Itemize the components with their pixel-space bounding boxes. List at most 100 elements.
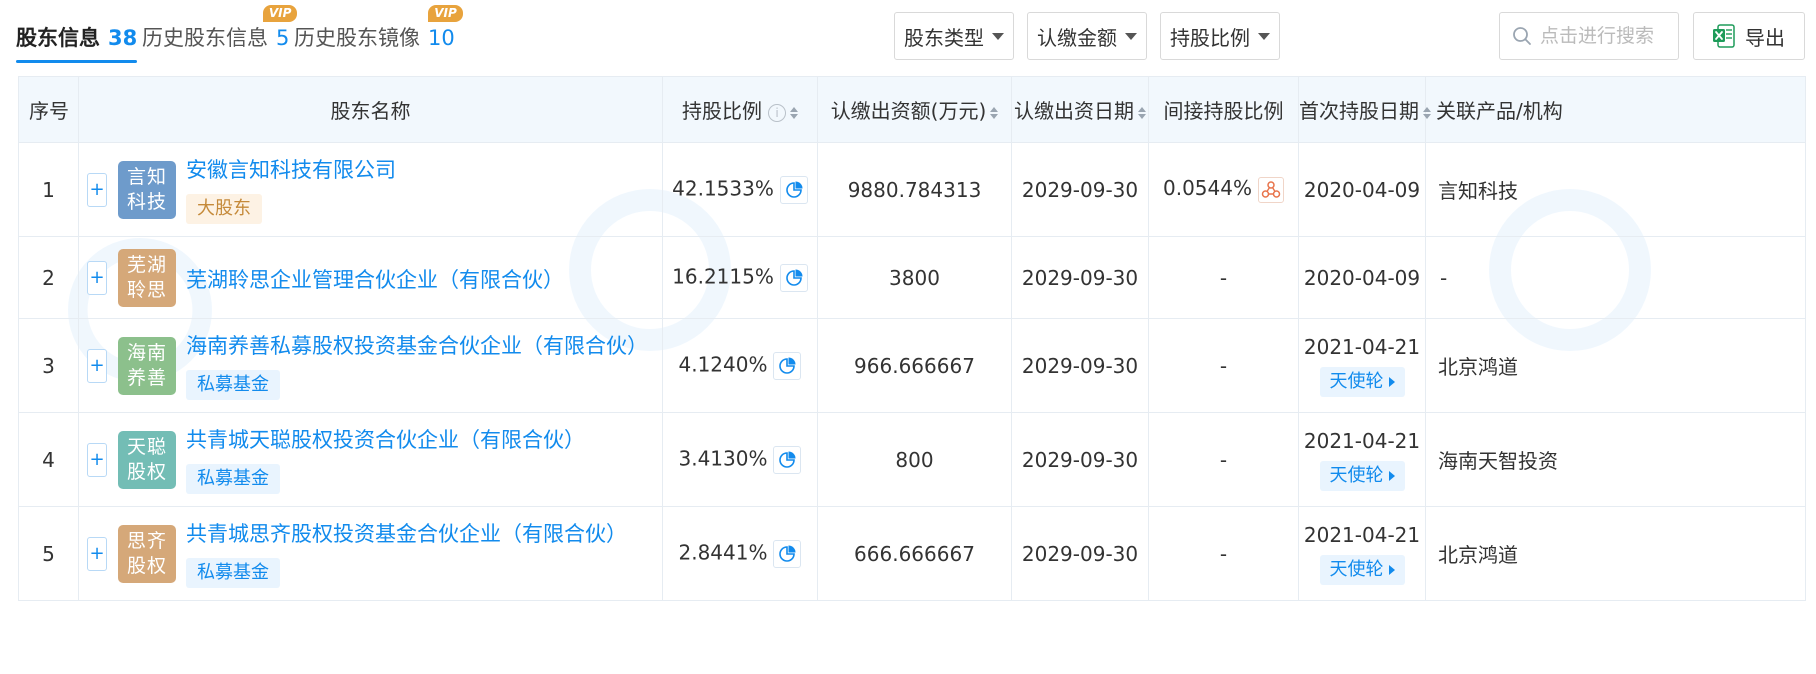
expand-plus-icon[interactable]: + bbox=[87, 172, 107, 207]
holding-ratio: 16.2115% bbox=[662, 236, 818, 319]
table-row: 3 + 海南 养善 海南养善私募股权投资基金合伙企业（有限合伙） 私募基金 4.1… bbox=[18, 318, 1806, 413]
name-wrap: 海南养善私募股权投资基金合伙企业（有限合伙） 私募基金 bbox=[186, 330, 648, 400]
pie-chart-icon[interactable] bbox=[773, 539, 802, 568]
equity-penetration-icon[interactable] bbox=[1257, 176, 1284, 203]
caret-down-icon bbox=[1258, 32, 1270, 40]
tab-label: 历史股东镜像 bbox=[294, 26, 420, 50]
export-button[interactable]: 导出 bbox=[1693, 12, 1805, 60]
row-index: 4 bbox=[18, 412, 79, 507]
shareholder-tag: 私募基金 bbox=[186, 369, 280, 400]
pie-chart-icon[interactable] bbox=[779, 175, 808, 204]
subscribed-amount: 666.666667 bbox=[817, 506, 1012, 601]
filter-subscribed-amount-button[interactable]: 认缴金额 bbox=[1027, 12, 1147, 60]
col-amount-header[interactable]: 认缴出资额(万元) bbox=[817, 76, 1012, 143]
holding-ratio: 4.1240% bbox=[662, 318, 818, 413]
search-icon bbox=[1513, 27, 1531, 45]
tab-label: 历史股东信息 bbox=[142, 26, 268, 50]
shareholder-name-link[interactable]: 芜湖聆思企业管理合伙企业（有限合伙） bbox=[186, 264, 564, 294]
caret-right-icon bbox=[1388, 564, 1395, 575]
table-row: 1 + 言知 科技 安徽言知科技有限公司 大股东 42.1533% 9880.78… bbox=[18, 142, 1806, 237]
holding-ratio: 3.4130% bbox=[662, 412, 818, 507]
name-wrap: 芜湖聆思企业管理合伙企业（有限合伙） bbox=[186, 264, 564, 294]
subscribed-date: 2029-09-30 bbox=[1011, 506, 1149, 601]
sort-icon[interactable] bbox=[790, 106, 798, 119]
related-product[interactable]: 北京鸿道 bbox=[1425, 318, 1806, 413]
sort-icon[interactable] bbox=[1138, 106, 1146, 119]
company-logo: 言知 科技 bbox=[118, 160, 176, 219]
shareholder-tag: 私募基金 bbox=[186, 557, 280, 588]
excel-icon bbox=[1713, 24, 1735, 48]
pie-chart-icon[interactable] bbox=[773, 351, 802, 380]
tab-history-snapshot[interactable]: 历史股东镜像 10 VIP bbox=[294, 5, 463, 58]
vip-badge: VIP bbox=[428, 5, 463, 22]
subscribed-date: 2029-09-30 bbox=[1011, 318, 1149, 413]
col-ratio-header[interactable]: 持股比例 i bbox=[662, 76, 818, 143]
subscribed-amount: 966.666667 bbox=[817, 318, 1012, 413]
funding-round-tag[interactable]: 天使轮 bbox=[1319, 554, 1405, 585]
related-product[interactable]: 海南天智投资 bbox=[1425, 412, 1806, 507]
pie-chart-icon[interactable] bbox=[779, 263, 808, 292]
col-index-header: 序号 bbox=[18, 76, 79, 143]
expand-plus-icon[interactable]: + bbox=[87, 348, 107, 383]
filter-label: 认缴金额 bbox=[1037, 25, 1117, 50]
pie-chart-icon[interactable] bbox=[773, 445, 802, 474]
col-indirect-header: 间接持股比例 bbox=[1148, 76, 1299, 143]
subscribed-amount: 800 bbox=[817, 412, 1012, 507]
shareholder-name-cell: + 思齐 股权 共青城思齐股权投资基金合伙企业（有限合伙） 私募基金 bbox=[78, 506, 663, 601]
first-holding-date: 2020-04-09 bbox=[1298, 142, 1426, 237]
table-row: 2 + 芜湖 聆思 芜湖聆思企业管理合伙企业（有限合伙） 16.2115% 380… bbox=[18, 236, 1806, 319]
shareholder-name-cell: + 海南 养善 海南养善私募股权投资基金合伙企业（有限合伙） 私募基金 bbox=[78, 318, 663, 413]
company-logo: 海南 养善 bbox=[118, 336, 176, 395]
tab-label: 股东信息 bbox=[16, 26, 100, 50]
col-name-header: 股东名称 bbox=[78, 76, 663, 143]
funding-round-tag[interactable]: 天使轮 bbox=[1319, 460, 1405, 491]
holding-ratio: 2.8441% bbox=[662, 506, 818, 601]
shareholder-table: 序号 股东名称 持股比例 i 认缴出资额(万元) 认缴出资日期 间接持股比例 首次… bbox=[18, 76, 1806, 601]
shareholder-name-cell: + 言知 科技 安徽言知科技有限公司 大股东 bbox=[78, 142, 663, 237]
info-icon[interactable]: i bbox=[768, 103, 786, 122]
indirect-ratio: - bbox=[1148, 236, 1299, 319]
sort-icon[interactable] bbox=[990, 106, 999, 119]
tab-history-shareholders[interactable]: 历史股东信息 5 VIP bbox=[142, 5, 298, 58]
shareholder-name-cell: + 天聪 股权 共青城天聪股权投资合伙企业（有限合伙） 私募基金 bbox=[78, 412, 663, 507]
filter-label: 持股比例 bbox=[1170, 25, 1250, 50]
subscribed-date: 2029-09-30 bbox=[1011, 236, 1149, 319]
first-holding-date: 2020-04-09 bbox=[1298, 236, 1426, 319]
tab-shareholders[interactable]: 股东信息 38 bbox=[16, 22, 138, 63]
filter-label: 股东类型 bbox=[904, 25, 984, 50]
expand-plus-icon[interactable]: + bbox=[87, 536, 107, 571]
name-wrap: 安徽言知科技有限公司 大股东 bbox=[186, 154, 396, 224]
related-product[interactable]: 北京鸿道 bbox=[1425, 506, 1806, 601]
search-input[interactable] bbox=[1540, 25, 1670, 47]
table-header: 序号 股东名称 持股比例 i 认缴出资额(万元) 认缴出资日期 间接持股比例 首次… bbox=[18, 76, 1806, 143]
first-holding-date: 2021-04-21 天使轮 bbox=[1298, 318, 1426, 413]
sort-icon[interactable] bbox=[1423, 106, 1431, 119]
tab-count: 5 bbox=[276, 26, 290, 50]
filter-shareholder-type-button[interactable]: 股东类型 bbox=[894, 12, 1014, 60]
funding-round-tag[interactable]: 天使轮 bbox=[1319, 366, 1405, 397]
table-row: 4 + 天聪 股权 共青城天聪股权投资合伙企业（有限合伙） 私募基金 3.4130… bbox=[18, 412, 1806, 507]
tab-count: 38 bbox=[108, 26, 138, 50]
related-product: - bbox=[1425, 236, 1806, 319]
related-product[interactable]: 言知科技 bbox=[1425, 142, 1806, 237]
expand-plus-icon[interactable]: + bbox=[87, 442, 107, 477]
filter-holding-ratio-button[interactable]: 持股比例 bbox=[1160, 12, 1280, 60]
row-index: 3 bbox=[18, 318, 79, 413]
col-first-date-header[interactable]: 首次持股日期 bbox=[1298, 76, 1431, 143]
shareholder-name-link[interactable]: 共青城思齐股权投资基金合伙企业（有限合伙） bbox=[186, 518, 627, 548]
subscribed-date: 2029-09-30 bbox=[1011, 142, 1149, 237]
indirect-ratio: 0.0544% bbox=[1148, 142, 1299, 237]
row-index: 1 bbox=[18, 142, 79, 237]
caret-right-icon bbox=[1388, 376, 1395, 387]
caret-down-icon bbox=[1125, 32, 1137, 40]
col-date-header[interactable]: 认缴出资日期 bbox=[1011, 76, 1149, 143]
shareholder-name-link[interactable]: 海南养善私募股权投资基金合伙企业（有限合伙） bbox=[186, 330, 648, 360]
subscribed-amount: 9880.784313 bbox=[817, 142, 1012, 237]
search-box[interactable] bbox=[1499, 12, 1679, 60]
shareholder-name-link[interactable]: 安徽言知科技有限公司 bbox=[186, 154, 396, 184]
export-label: 导出 bbox=[1745, 25, 1785, 50]
shareholder-name-link[interactable]: 共青城天聪股权投资合伙企业（有限合伙） bbox=[186, 424, 585, 454]
shareholder-tag: 大股东 bbox=[186, 193, 262, 224]
expand-plus-icon[interactable]: + bbox=[87, 260, 107, 295]
tab-count: 10 bbox=[428, 26, 455, 50]
